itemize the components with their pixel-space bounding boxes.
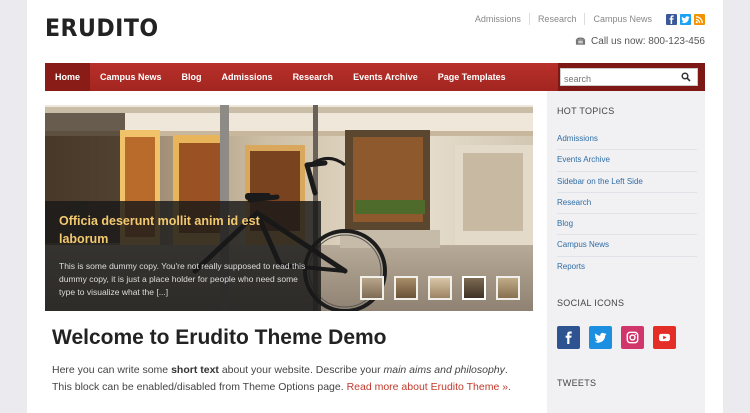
- nav-home[interactable]: Home: [45, 63, 91, 91]
- topic-link[interactable]: Campus News: [557, 235, 697, 257]
- nav-page-templates[interactable]: Page Templates: [428, 63, 516, 91]
- phone-icon: [575, 37, 586, 45]
- header-social-icons: [666, 13, 705, 25]
- sidebar: HOT TOPICS Admissions Events Archive Sid…: [547, 91, 705, 413]
- slider-thumb[interactable]: [496, 276, 520, 300]
- twitter-icon[interactable]: [680, 13, 691, 25]
- top-links: Admissions Research Campus News: [467, 13, 705, 25]
- slide-excerpt: This is some dummy copy. You're not real…: [59, 261, 306, 297]
- topic-link[interactable]: Events Archive: [557, 150, 697, 172]
- hot-topics-heading: HOT TOPICS: [557, 106, 615, 116]
- topic-link[interactable]: Research: [557, 193, 697, 215]
- slider-thumb[interactable]: [360, 276, 384, 300]
- instagram-icon[interactable]: [621, 326, 644, 349]
- topic-link[interactable]: Blog: [557, 214, 697, 236]
- search-area: [558, 63, 705, 91]
- intro-text: about your website. Describe your: [218, 364, 384, 376]
- slide-caption: Officia deserunt mollit anim id est labo…: [45, 201, 321, 311]
- nav-events-archive[interactable]: Events Archive: [343, 63, 428, 91]
- topic-link[interactable]: Sidebar on the Left Side: [557, 172, 697, 193]
- hot-topics-list: Admissions Events Archive Sidebar on the…: [557, 129, 697, 278]
- slider-thumb[interactable]: [428, 276, 452, 300]
- nav-campus-news[interactable]: Campus News: [90, 63, 172, 91]
- nav-research[interactable]: Research: [283, 63, 344, 91]
- top-link-campus-news[interactable]: Campus News: [585, 13, 660, 25]
- slider-thumb-active[interactable]: [462, 276, 486, 300]
- featured-slider: Officia deserunt mollit anim id est labo…: [45, 105, 533, 311]
- rss-icon[interactable]: [694, 13, 705, 25]
- main-navigation: Home Campus News Blog Admissions Researc…: [45, 63, 705, 91]
- search-icon[interactable]: [681, 72, 691, 82]
- search-input[interactable]: [561, 71, 671, 87]
- slider-thumb[interactable]: [394, 276, 418, 300]
- search-box: [560, 68, 698, 87]
- youtube-icon[interactable]: [653, 326, 676, 349]
- facebook-icon[interactable]: [557, 326, 580, 349]
- read-more-link[interactable]: Read more about Erudito Theme ».: [347, 381, 511, 393]
- site-logo[interactable]: ERUDITO: [45, 14, 159, 42]
- page: ERUDITO Admissions Research Campus News …: [27, 0, 723, 413]
- contact-phone: Call us now: 800-123-456: [575, 36, 705, 47]
- top-link-admissions[interactable]: Admissions: [467, 13, 530, 25]
- social-icons-heading: SOCIAL ICONS: [557, 298, 625, 308]
- intro-italic: main aims and philosophy: [383, 364, 505, 376]
- top-link-research[interactable]: Research: [530, 13, 586, 25]
- phone-text: Call us now: 800-123-456: [591, 36, 705, 47]
- page-title: Welcome to Erudito Theme Demo: [52, 326, 387, 349]
- nav-admissions[interactable]: Admissions: [212, 63, 283, 91]
- facebook-icon[interactable]: [666, 13, 677, 25]
- tweets-heading: TWEETS: [557, 378, 597, 388]
- nav-blog[interactable]: Blog: [172, 63, 212, 91]
- intro-paragraph: Here you can write some short text about…: [52, 362, 522, 395]
- topic-link[interactable]: Reports: [557, 257, 697, 278]
- topic-link[interactable]: Admissions: [557, 129, 697, 151]
- slider-thumbnails: [360, 276, 520, 300]
- sidebar-social-icons: [557, 326, 676, 349]
- intro-bold: short text: [171, 364, 219, 376]
- intro-text: Here you can write some: [52, 364, 172, 376]
- twitter-icon[interactable]: [589, 326, 612, 349]
- slide-title[interactable]: Officia deserunt mollit anim id est labo…: [59, 212, 309, 248]
